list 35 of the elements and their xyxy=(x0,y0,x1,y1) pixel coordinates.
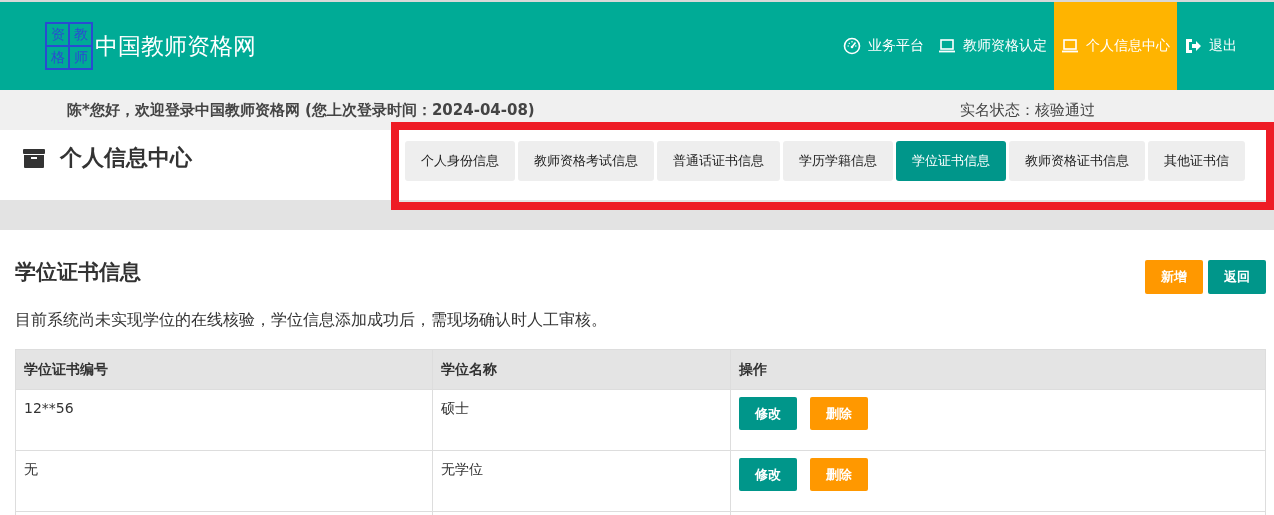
nav-link[interactable]: 教师资格认定 xyxy=(931,2,1054,90)
delete-button[interactable]: 删除 xyxy=(810,397,868,430)
welcome-text: 陈*您好，欢迎登录中国教师资格网 (您上次登录时间：2024-04-08) xyxy=(66,100,536,120)
tab[interactable]: 教师资格证书信息 xyxy=(1009,141,1145,181)
tab[interactable]: 教师资格考试信息 xyxy=(518,141,654,181)
laptop-icon xyxy=(1061,37,1079,55)
logout-icon xyxy=(1184,37,1202,55)
tab[interactable]: 普通话证书信息 xyxy=(657,141,780,181)
table-cell: 无学位 xyxy=(432,450,731,512)
tab[interactable]: 个人身份信息 xyxy=(405,141,515,181)
notice-text: 目前系统尚未实现学位的在线核验，学位信息添加成功后，需现场确认时人工审核。 xyxy=(15,310,608,331)
back-button[interactable]: 返回 xyxy=(1208,260,1266,294)
page-title: 个人信息中心 xyxy=(60,144,192,172)
archive-icon xyxy=(22,147,46,169)
column-header: 学位名称 xyxy=(432,349,731,390)
tab[interactable]: 学历学籍信息 xyxy=(783,141,893,181)
add-button[interactable]: 新增 xyxy=(1145,260,1203,294)
gauge-icon xyxy=(843,37,861,55)
column-header: 操作 xyxy=(730,349,1266,390)
edit-button[interactable]: 修改 xyxy=(739,458,797,491)
section-title: 学位证书信息 xyxy=(15,259,141,286)
table-cell: 12**56 xyxy=(15,389,433,451)
logo: 资 教 格 师 xyxy=(45,22,93,70)
nav-link[interactable]: 业务平台 xyxy=(836,2,931,90)
column-header: 学位证书编号 xyxy=(15,349,433,390)
verification-status: 实名状态：核验通过 xyxy=(960,100,1095,120)
site-title: 中国教师资格网 xyxy=(95,31,256,61)
edit-button[interactable]: 修改 xyxy=(739,397,797,430)
tab[interactable]: 其他证书信 xyxy=(1148,141,1245,181)
delete-button[interactable]: 删除 xyxy=(810,458,868,491)
tab[interactable]: 学位证书信息 xyxy=(896,141,1006,181)
table-cell: 无 xyxy=(15,450,433,512)
laptop-icon xyxy=(938,37,956,55)
nav-link[interactable]: 退出 xyxy=(1177,2,1244,90)
table-cell: 硕士 xyxy=(432,389,731,451)
